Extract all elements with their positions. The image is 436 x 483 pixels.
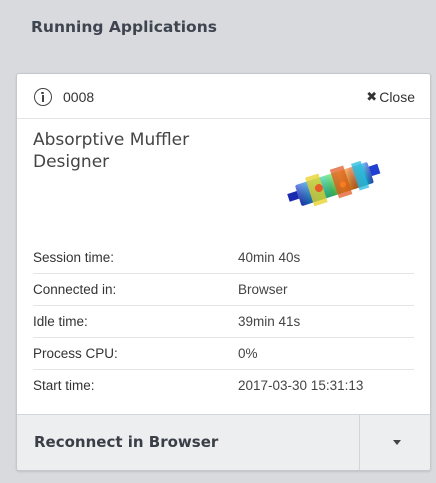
detail-value: 39min 41s — [238, 314, 301, 329]
detail-row-start-time: Start time: 2017-03-30 15:31:13 — [33, 370, 414, 402]
detail-label: Session time: — [33, 250, 115, 265]
detail-label: Idle time: — [33, 314, 88, 329]
details-table: Session time: 40min 40s Connected in: Br… — [33, 242, 414, 402]
info-icon[interactable] — [34, 88, 52, 106]
detail-value: Browser — [238, 282, 288, 297]
reconnect-label: Reconnect in Browser — [34, 433, 219, 451]
detail-row-session-time: Session time: 40min 40s — [33, 242, 414, 274]
detail-label: Process CPU: — [33, 346, 118, 361]
application-card: 0008 ✖ Close Absorptive Muffler Designer — [16, 73, 431, 471]
reconnect-options-dropdown[interactable] — [361, 415, 430, 470]
panel-title: Running Applications — [31, 18, 217, 36]
close-label: Close — [379, 89, 415, 105]
reconnect-in-browser-button[interactable]: Reconnect in Browser — [17, 415, 360, 470]
detail-value: 40min 40s — [238, 250, 301, 265]
card-header: 0008 ✖ Close — [17, 74, 430, 119]
running-applications-panel: Running Applications 0008 ✖ Close Absorp… — [0, 0, 436, 483]
muffler-thumbnail-image — [287, 160, 381, 207]
detail-label: Connected in: — [33, 282, 117, 297]
card-footer: Reconnect in Browser — [17, 414, 430, 470]
application-id: 0008 — [63, 89, 95, 105]
detail-label: Start time: — [33, 378, 95, 393]
close-icon: ✖ — [366, 89, 378, 105]
detail-value: 0% — [238, 346, 258, 361]
detail-row-idle-time: Idle time: 39min 41s — [33, 306, 414, 338]
close-button[interactable]: ✖ Close — [366, 89, 415, 105]
caret-down-icon — [393, 440, 401, 445]
detail-value: 2017-03-30 15:31:13 — [238, 378, 364, 393]
application-name: Absorptive Muffler Designer — [33, 130, 190, 172]
detail-row-connected-in: Connected in: Browser — [33, 274, 414, 306]
detail-row-process-cpu: Process CPU: 0% — [33, 338, 414, 370]
